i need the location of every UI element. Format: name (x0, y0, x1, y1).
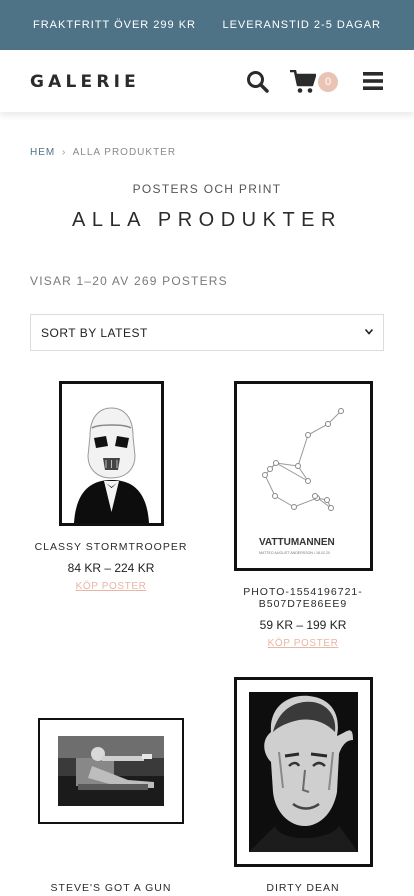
sort-select[interactable]: SORT BY LATEST (30, 314, 384, 351)
result-count: VISAR 1–20 AV 269 POSTERS (30, 274, 228, 288)
site-header: GALERIE 0 (0, 50, 414, 112)
buy-poster-link[interactable]: KÖP POSTER (213, 638, 393, 649)
breadcrumb-current: ALLA PRODUKTER (72, 147, 177, 158)
product-card-3: STEVE'S GOT A GUN (20, 882, 202, 894)
cart-icon[interactable] (290, 69, 317, 99)
product-name[interactable]: STEVE'S GOT A GUN (20, 882, 202, 894)
product-name[interactable]: DIRTY DEAN (213, 882, 393, 894)
search-icon[interactable] (246, 70, 269, 98)
breadcrumb-home[interactable]: HEM (30, 147, 55, 158)
product-card-4: DIRTY DEAN (213, 882, 393, 894)
poster-title-text: VATTUMANNEN (259, 537, 335, 548)
product-price: 84 KR – 224 KR (67, 561, 155, 575)
chevron-down-icon (363, 326, 374, 341)
product-image-dirty-dean[interactable] (234, 677, 373, 867)
product-name-line-2[interactable]: B507D7E86EE9 (213, 598, 393, 610)
sort-selected-value: SORT BY LATEST (41, 325, 148, 340)
product-card-1: CLASSY STORMTROOPER 84 KR – 224 KR KÖP P… (20, 541, 202, 592)
breadcrumb: HEM › ALLA PRODUKTER (30, 147, 176, 158)
free-shipping-text: FRAKTFRITT ÖVER 299 KR (33, 19, 196, 31)
breadcrumb-separator: › (62, 147, 67, 158)
page-title: ALLA PRODUKTER (72, 209, 342, 231)
product-price: 59 KR – 199 KR (259, 618, 347, 632)
category-subtitle: POSTERS OCH PRINT (132, 182, 282, 196)
cart-count-badge[interactable]: 0 (318, 72, 338, 92)
product-image-classy-stormtrooper[interactable] (59, 381, 164, 526)
product-name[interactable]: CLASSY STORMTROOPER (20, 541, 202, 553)
menu-icon[interactable] (363, 72, 383, 95)
site-logo[interactable]: GALERIE (30, 72, 140, 92)
product-image-vattumannen[interactable]: VATTUMANNEN MATTEO AUGUST ANDERSSON / 18… (234, 381, 373, 571)
product-name-line-1[interactable]: PHOTO-1554196721- (213, 586, 393, 598)
poster-caption-text: MATTEO AUGUST ANDERSSON / 18.02.20 (259, 551, 330, 555)
buy-poster-link[interactable]: KÖP POSTER (20, 581, 202, 592)
announcement-bar: FRAKTFRITT ÖVER 299 KR LEVERANSTID 2-5 D… (0, 0, 414, 50)
product-card-2: PHOTO-1554196721- B507D7E86EE9 59 KR – 1… (213, 586, 393, 649)
product-image-steves-got-a-gun[interactable] (38, 718, 184, 824)
delivery-time-text: LEVERANSTID 2-5 DAGAR (222, 19, 381, 31)
